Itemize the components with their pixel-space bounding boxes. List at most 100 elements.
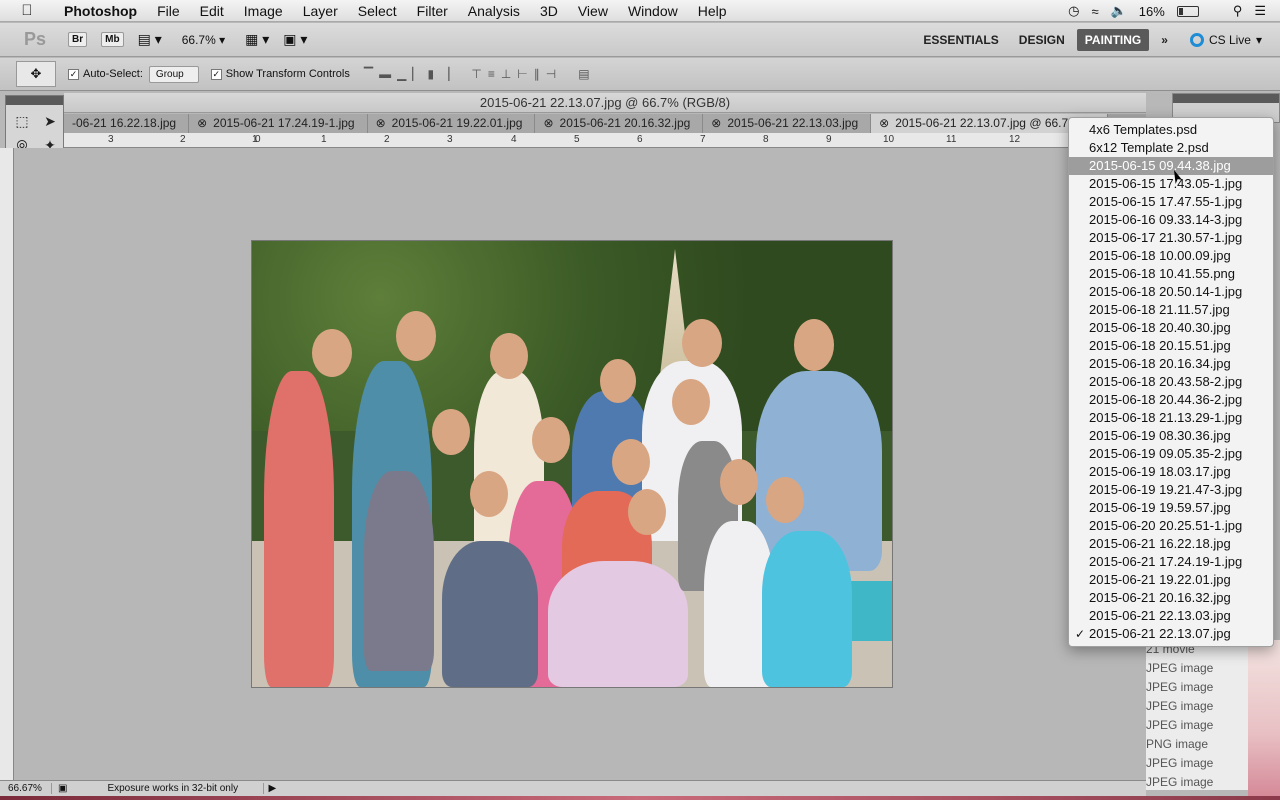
close-icon[interactable]: ⊗ (879, 114, 889, 133)
menu-item-document[interactable]: 2015-06-15 17.43.05-1.jpg (1069, 175, 1273, 193)
battery-percent[interactable]: 16% (1139, 4, 1165, 19)
spotlight-search-icon[interactable]: ⚲ (1233, 3, 1243, 19)
workspace-design[interactable]: DESIGN (1011, 29, 1073, 51)
cs-live-button[interactable]: CS Live ▾ (1189, 33, 1262, 47)
close-icon[interactable]: ⊗ (543, 114, 553, 133)
document-tab[interactable]: ⊗ 2015-06-21 17.24.19-1.jpg (189, 114, 368, 133)
menu-image[interactable]: Image (234, 0, 293, 22)
distribute-right-icon[interactable]: ⊣ (546, 67, 556, 81)
menu-item-document[interactable]: 2015-06-17 21.30.57-1.jpg (1069, 229, 1273, 247)
workspace-painting[interactable]: PAINTING (1076, 29, 1150, 51)
align-right-icon[interactable]: ▕ (440, 67, 449, 81)
menu-select[interactable]: Select (348, 0, 407, 22)
menu-item-document[interactable]: 2015-06-18 20.15.51.jpg (1069, 337, 1273, 355)
menu-item-document[interactable]: 2015-06-21 20.16.32.jpg (1069, 589, 1273, 607)
menu-item-document[interactable]: 2015-06-18 21.13.29-1.jpg (1069, 409, 1273, 427)
show-transform-controls-checkbox[interactable]: ✓ Show Transform Controls (210, 68, 350, 80)
status-zoom[interactable]: 66.67% (0, 783, 52, 794)
auto-select-checkbox[interactable]: ✓ Auto-Select: (68, 68, 143, 80)
menu-item-document[interactable]: 2015-06-21 16.22.18.jpg (1069, 535, 1273, 553)
move-tool-icon[interactable]: ➤ (38, 111, 62, 131)
wifi-icon[interactable]: ≈ (1091, 4, 1098, 19)
screen-mode-icon[interactable]: ▣ ▾ (283, 31, 307, 48)
menu-item-document[interactable]: 2015-06-19 19.59.57.jpg (1069, 499, 1273, 517)
distribute-top-icon[interactable]: ⊤ (471, 67, 481, 81)
menu-item-document[interactable]: 2015-06-18 21.11.57.jpg (1069, 301, 1273, 319)
menu-item-document[interactable]: 2015-06-19 09.05.35-2.jpg (1069, 445, 1273, 463)
photo-face (432, 409, 470, 455)
close-icon[interactable]: ⊗ (711, 114, 721, 133)
menu-item-document[interactable]: 2015-06-19 18.03.17.jpg (1069, 463, 1273, 481)
family-photo[interactable] (252, 241, 892, 687)
menu-filter[interactable]: Filter (407, 0, 458, 22)
align-top-icon[interactable]: ▔ (364, 67, 373, 81)
menu-window[interactable]: Window (618, 0, 688, 22)
distribute-bottom-icon[interactable]: ⊥ (501, 67, 511, 81)
menu-item-document[interactable]: 2015-06-18 20.44.36-2.jpg (1069, 391, 1273, 409)
menu-3d[interactable]: 3D (530, 0, 568, 22)
finder-file-list: 21 movie JPEG image JPEG image JPEG imag… (1146, 640, 1248, 790)
notification-center-icon[interactable]: ☰ (1254, 3, 1266, 19)
menu-item-document[interactable]: 2015-06-21 19.22.01.jpg (1069, 571, 1273, 589)
auto-select-target-select[interactable]: Group (148, 65, 199, 83)
menu-item-document[interactable]: 2015-06-21 22.13.03.jpg (1069, 607, 1273, 625)
view-extras-icon[interactable]: ▤ ▾ (138, 31, 162, 48)
apple-icon[interactable]:  (0, 2, 54, 19)
move-tool-preset-picker[interactable]: ✥ (16, 61, 56, 87)
time-machine-icon[interactable]: ◷ (1068, 3, 1079, 19)
align-bottom-icon[interactable]: ▁ (397, 67, 406, 81)
menu-item-document[interactable]: 2015-06-18 20.50.14-1.jpg (1069, 283, 1273, 301)
menu-edit[interactable]: Edit (190, 0, 234, 22)
menu-item-document[interactable]: 2015-06-18 10.00.09.jpg (1069, 247, 1273, 265)
menu-file[interactable]: File (147, 0, 190, 22)
menu-layer[interactable]: Layer (293, 0, 348, 22)
menu-item-document[interactable]: 2015-06-15 17.47.55-1.jpg (1069, 193, 1273, 211)
status-icon[interactable]: ▣ (52, 783, 73, 794)
distribute-vcenter-icon[interactable]: ≡ (488, 67, 495, 81)
menu-item-document[interactable]: 2015-06-20 20.25.51-1.jpg (1069, 517, 1273, 535)
marquee-tool-icon[interactable]: ⬚ (10, 111, 34, 131)
distribute-hcenter-icon[interactable]: ∥ (534, 67, 540, 81)
document-tab[interactable]: -06-21 16.22.18.jpg (64, 114, 190, 133)
menu-view[interactable]: View (568, 0, 618, 22)
vertical-ruler[interactable] (0, 148, 14, 780)
menu-item-document[interactable]: 2015-06-18 20.16.34.jpg (1069, 355, 1273, 373)
document-tab[interactable]: ⊗ 2015-06-21 20.16.32.jpg (535, 114, 704, 133)
menu-item-document[interactable]: 2015-06-18 20.40.30.jpg (1069, 319, 1273, 337)
menu-app-name[interactable]: Photoshop (54, 0, 147, 22)
align-vcenter-icon[interactable]: ▬ (379, 67, 391, 81)
menu-item-document[interactable]: 2015-06-19 19.21.47-3.jpg (1069, 481, 1273, 499)
align-left-icon[interactable]: ▏ (412, 67, 421, 81)
menu-analysis[interactable]: Analysis (458, 0, 530, 22)
more-workspaces-icon[interactable]: » (1153, 29, 1176, 51)
panel-header[interactable] (1173, 94, 1279, 103)
menu-item-document[interactable]: 6x12 Template 2.psd (1069, 139, 1273, 157)
close-icon[interactable]: ⊗ (376, 114, 386, 133)
close-icon[interactable]: ⊗ (197, 114, 207, 133)
menu-item-document[interactable]: 2015-06-18 20.43.58-2.jpg (1069, 373, 1273, 391)
menu-item-document[interactable]: 2015-06-19 08.30.36.jpg (1069, 427, 1273, 445)
distribute-left-icon[interactable]: ⊢ (517, 67, 527, 81)
auto-align-layers-icon[interactable]: ▤ (578, 67, 589, 81)
align-hcenter-icon[interactable]: ▮ (428, 67, 435, 81)
menu-help[interactable]: Help (688, 0, 737, 22)
menu-item-document[interactable]: 4x6 Templates.psd (1069, 121, 1273, 139)
menu-item-document[interactable]: 2015-06-18 10.41.55.png (1069, 265, 1273, 283)
document-tab[interactable]: ⊗ 2015-06-21 19.22.01.jpg (368, 114, 536, 133)
status-menu-arrow-icon[interactable]: ▶ (263, 783, 280, 794)
launch-bridge-button[interactable]: Br (68, 32, 88, 47)
zoom-level-select[interactable]: 66.7% ▾ (182, 33, 225, 47)
horizontal-ruler[interactable]: 3 2 1 0 1 2 3 4 5 6 7 8 9 10 11 12 13 (64, 133, 1146, 148)
workspace-essentials[interactable]: ESSENTIALS (915, 29, 1006, 51)
volume-icon[interactable]: 🔈 (1111, 3, 1127, 19)
menu-item-document[interactable]: 2015-06-21 17.24.19-1.jpg (1069, 553, 1273, 571)
menu-item-label: 2015-06-18 10.41.55.png (1089, 266, 1236, 281)
launch-minibridge-button[interactable]: Mb (101, 32, 124, 47)
document-tab[interactable]: ⊗ 2015-06-21 22.13.03.jpg (703, 114, 872, 133)
arrange-documents-icon[interactable]: ▦ ▾ (245, 31, 269, 48)
panel-header[interactable] (6, 96, 63, 105)
menu-item-document-checked[interactable]: ✓ 2015-06-21 22.13.07.jpg (1069, 625, 1273, 643)
menu-item-document-highlighted[interactable]: 2015-06-15 09.44.38.jpg (1069, 157, 1273, 175)
menu-item-document[interactable]: 2015-06-16 09.33.14-3.jpg (1069, 211, 1273, 229)
battery-icon[interactable] (1176, 5, 1199, 17)
